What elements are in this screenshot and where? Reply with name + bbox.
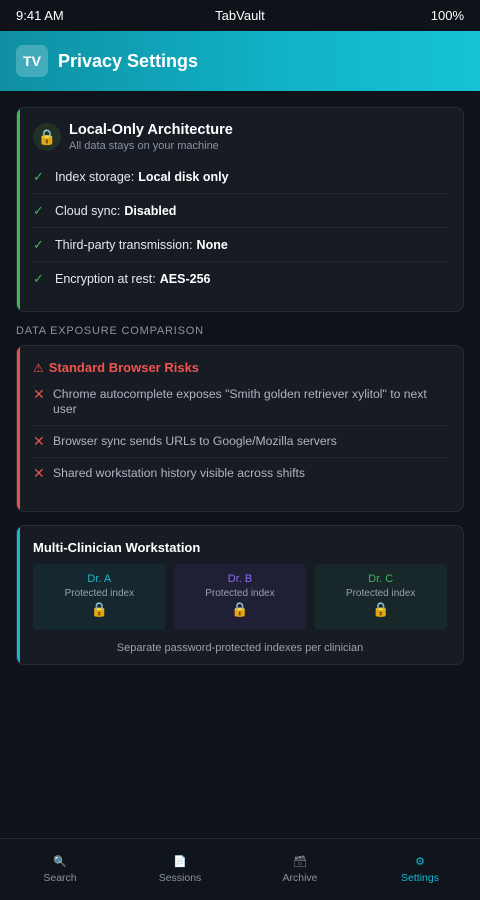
check-icon: ✓ — [33, 236, 44, 252]
app-logo: TV — [16, 45, 48, 77]
status-battery: 100% — [430, 8, 464, 23]
main-content: 🔒 Local-Only Architecture All data stays… — [0, 91, 480, 665]
item-label: Cloud sync: — [55, 203, 121, 218]
architecture-list: ✓ Index storage: Local disk only ✓ Cloud… — [33, 160, 447, 296]
warning-icon: ⚠ — [33, 360, 44, 375]
section-label: DATA EXPOSURE COMPARISON — [16, 325, 204, 337]
tab-label: Archive — [282, 872, 318, 884]
clinician-name: Dr. C — [368, 573, 394, 585]
status-app-name: TabVault — [215, 8, 265, 23]
page-title: Privacy Settings — [58, 50, 199, 71]
clinician-status: Protected index — [345, 588, 416, 599]
architecture-card: 🔒 Local-Only Architecture All data stays… — [16, 107, 464, 312]
clinician-status: Protected index — [205, 588, 275, 599]
list-item: ✓ Index storage: Local disk only — [33, 160, 447, 194]
tab-label: Search — [43, 872, 77, 884]
item-label: Encryption at rest: — [55, 272, 156, 286]
clinician-tile-c[interactable]: Dr. C Protected index 🔒 — [314, 564, 448, 630]
risk-text: Shared workstation history visible acros… — [53, 466, 305, 480]
risk-text: Chrome autocomplete exposes "Smith golde… — [53, 387, 427, 416]
item-value: AES-256 — [159, 272, 211, 286]
item-label: Third-party transmission: — [55, 237, 193, 252]
tab-label: Settings — [401, 872, 439, 884]
item-value: None — [196, 237, 228, 252]
clinician-status: Protected index — [64, 588, 135, 599]
tab-archive[interactable]: 🗃 Archive — [240, 839, 360, 900]
multi-clinician-card: Multi-Clinician Workstation Dr. A Protec… — [16, 525, 464, 665]
tab-search[interactable]: 🔍 Search — [0, 839, 120, 900]
clinician-name: Dr. A — [87, 573, 112, 585]
tab-settings[interactable]: ⚙ Settings — [360, 839, 480, 900]
search-icon: 🔍 — [53, 856, 67, 868]
risks-card: ⚠ Standard Browser Risks ✕ Chrome autoco… — [16, 345, 464, 512]
lock-icon: 🔒 — [371, 601, 390, 617]
item-value: Disabled — [124, 203, 177, 218]
multi-title: Multi-Clinician Workstation — [33, 540, 201, 555]
list-item: ✓ Cloud sync: Disabled — [33, 194, 447, 228]
bottom-tab-bar: 🔍 Search 📄 Sessions 🗃 Archive ⚙ Settings — [0, 838, 480, 900]
check-icon: ✓ — [33, 202, 44, 218]
architecture-subtitle: All data stays on your machine — [69, 140, 219, 152]
check-icon: ✓ — [33, 168, 44, 184]
risks-title: Standard Browser Risks — [48, 360, 200, 375]
list-item: ✓ Encryption at rest: AES-256 — [33, 262, 447, 296]
cross-icon: ✕ — [33, 386, 45, 402]
list-item: ✕ Chrome autocomplete exposes "Smith gol… — [33, 379, 447, 426]
multi-footer: Separate password-protected indexes per … — [116, 642, 364, 654]
list-item: ✓ Third-party transmission: None — [33, 228, 447, 262]
clinician-name: Dr. B — [227, 573, 253, 585]
cross-icon: ✕ — [33, 465, 45, 481]
tab-sessions[interactable]: 📄 Sessions — [120, 839, 240, 900]
archive-icon: 🗃 — [293, 856, 307, 868]
status-time: 9:41 AM — [16, 8, 64, 23]
list-item: ✕ Browser sync sends URLs to Google/Mozi… — [33, 426, 447, 458]
lock-icon: 🔒 — [231, 601, 249, 617]
cross-icon: ✕ — [33, 433, 45, 449]
status-bar: 9:41 AM TabVault 100% — [0, 0, 480, 31]
item-value: Local disk only — [138, 169, 229, 184]
item-label: Index storage: — [55, 169, 135, 184]
clinician-tile-a[interactable]: Dr. A Protected index 🔒 — [33, 564, 166, 630]
list-item: ✕ Shared workstation history visible acr… — [33, 458, 447, 489]
app-header: TV Privacy Settings — [0, 31, 480, 91]
clinician-tile-b[interactable]: Dr. B Protected index 🔒 — [173, 564, 307, 630]
document-icon: 📄 — [173, 856, 187, 868]
lock-icon: 🔒 — [33, 123, 61, 151]
lock-icon: 🔒 — [90, 601, 109, 617]
risk-text: Browser sync sends URLs to Google/Mozill… — [53, 434, 337, 448]
check-icon: ✓ — [33, 271, 44, 286]
architecture-title: Local-Only Architecture — [69, 122, 233, 138]
gear-icon: ⚙ — [415, 856, 425, 868]
tab-label: Sessions — [158, 872, 202, 884]
